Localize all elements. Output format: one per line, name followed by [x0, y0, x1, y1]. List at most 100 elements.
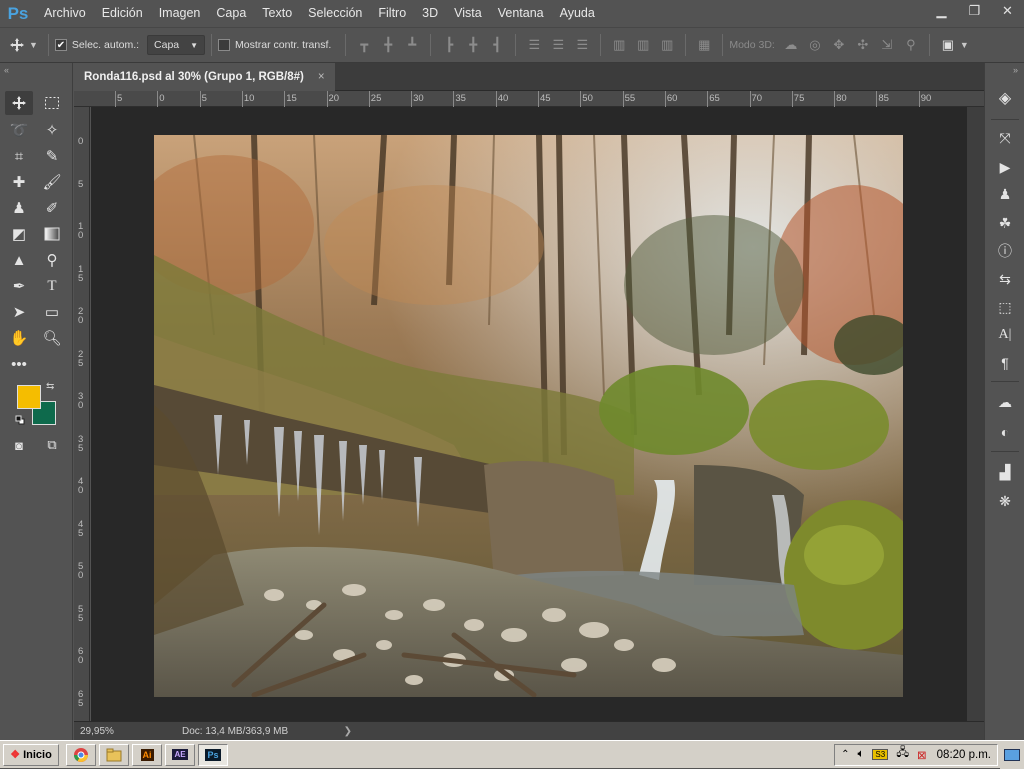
more-tools-icon[interactable]: •••: [5, 352, 33, 376]
align-right-icon[interactable]: ┫: [488, 36, 506, 54]
minimize-button[interactable]: ▁: [925, 0, 958, 22]
blur-tool-icon[interactable]: ▲: [5, 248, 33, 272]
start-button[interactable]: ❖ Inicio: [3, 743, 59, 766]
libraries-panel-icon[interactable]: ☁: [993, 391, 1017, 413]
distribute-top-icon[interactable]: ☰: [525, 36, 543, 54]
chevron-down-icon[interactable]: ▼: [29, 40, 38, 50]
menu-edicion[interactable]: Edición: [94, 0, 151, 27]
show-desktop-button[interactable]: [1000, 740, 1024, 769]
move-tool-icon[interactable]: [5, 91, 33, 115]
layers-panel-icon[interactable]: ◈: [993, 87, 1017, 109]
move-tool-preset-icon[interactable]: [8, 36, 26, 54]
scale-3d-icon[interactable]: ⇲: [878, 36, 896, 54]
auto-align-icon[interactable]: ▦: [695, 36, 713, 54]
show-hidden-icons-icon[interactable]: ⌃: [841, 749, 849, 760]
history-panel-icon[interactable]: ⇆: [993, 268, 1017, 290]
foreground-color-swatch[interactable]: [17, 385, 41, 409]
default-colors-icon[interactable]: [15, 415, 25, 425]
path-selection-tool-icon[interactable]: ➤: [5, 300, 33, 324]
menu-3d[interactable]: 3D: [414, 0, 446, 27]
search-icon[interactable]: ⚲: [902, 36, 920, 54]
canvas-area[interactable]: [91, 107, 967, 721]
history-brush-tool-icon[interactable]: ✐: [38, 196, 66, 220]
adjustments-panel-icon[interactable]: ◐: [993, 421, 1017, 443]
type-tool-icon[interactable]: T: [38, 274, 66, 298]
menu-filtro[interactable]: Filtro: [370, 0, 414, 27]
3d-panel-icon[interactable]: ⬚: [993, 296, 1017, 318]
slide-3d-icon[interactable]: ✣: [854, 36, 872, 54]
paragraph-panel-icon[interactable]: ¶: [993, 352, 1017, 374]
clone-source-panel-icon[interactable]: ♟: [993, 183, 1017, 205]
show-transform-checkbox[interactable]: [218, 39, 231, 51]
actions-panel-icon[interactable]: ▶: [993, 156, 1017, 178]
close-tab-icon[interactable]: ×: [318, 71, 325, 83]
eyedropper-tool-icon[interactable]: ✎: [38, 144, 66, 168]
swap-colors-icon[interactable]: ⇆: [46, 381, 54, 392]
expand-panels-icon[interactable]: »: [1013, 65, 1018, 75]
alert-icon[interactable]: ⊠: [917, 748, 927, 762]
menu-archivo[interactable]: Archivo: [36, 0, 94, 27]
collapse-panel-icon[interactable]: «: [4, 65, 9, 75]
drag-3d-icon[interactable]: ✥: [830, 36, 848, 54]
menu-ayuda[interactable]: Ayuda: [552, 0, 603, 27]
align-bottom-icon[interactable]: ┻: [403, 36, 421, 54]
distribute-bottom-icon[interactable]: ☰: [573, 36, 591, 54]
align-vertical-center-icon[interactable]: ╋: [379, 36, 397, 54]
channels-panel-icon[interactable]: ☘: [993, 212, 1017, 234]
brush-tool-icon[interactable]: 🖌: [38, 170, 66, 194]
gradient-tool-icon[interactable]: [38, 222, 66, 246]
distribute-right-icon[interactable]: ▥: [658, 36, 676, 54]
quick-mask-icon[interactable]: ◙: [5, 433, 33, 457]
orbit-3d-icon[interactable]: ☁: [782, 36, 800, 54]
align-horizontal-center-icon[interactable]: ╋: [464, 36, 482, 54]
document-tab[interactable]: Ronda116.psd al 30% (Grupo 1, RGB/8#) ×: [74, 63, 335, 91]
status-menu-arrow-icon[interactable]: ❯: [344, 726, 352, 737]
rectangle-tool-icon[interactable]: ▭: [38, 300, 66, 324]
paths-panel-icon[interactable]: ⤧: [993, 127, 1017, 149]
clone-stamp-tool-icon[interactable]: ♟: [5, 196, 33, 220]
photoshop-icon[interactable]: Ps: [198, 743, 228, 766]
align-top-icon[interactable]: ┳: [355, 36, 373, 54]
menu-capa[interactable]: Capa: [208, 0, 254, 27]
menu-imagen[interactable]: Imagen: [151, 0, 209, 27]
dodge-tool-icon[interactable]: ⚲: [38, 248, 66, 272]
chevron-down-icon[interactable]: ▼: [960, 40, 969, 50]
menu-texto[interactable]: Texto: [254, 0, 300, 27]
volume-icon[interactable]: 🔈︎: [857, 748, 864, 761]
character-panel-icon[interactable]: A|: [993, 324, 1017, 346]
magic-wand-tool-icon[interactable]: ✧: [38, 118, 66, 142]
distribute-left-icon[interactable]: ▥: [610, 36, 628, 54]
menu-ventana[interactable]: Ventana: [490, 0, 552, 27]
histogram-panel-icon[interactable]: ▟: [993, 461, 1017, 483]
illustrator-icon[interactable]: Ai: [132, 743, 162, 766]
align-left-icon[interactable]: ┣: [440, 36, 458, 54]
marquee-tool-icon[interactable]: [38, 91, 66, 115]
hand-tool-icon[interactable]: ✋: [5, 326, 33, 350]
workspace-icon[interactable]: ▣: [939, 36, 957, 54]
explorer-icon[interactable]: [99, 743, 129, 766]
restore-button[interactable]: ❐: [958, 0, 991, 22]
crop-tool-icon[interactable]: ⌗: [5, 144, 33, 168]
pen-tool-icon[interactable]: ✒: [5, 274, 33, 298]
healing-brush-tool-icon[interactable]: ✚: [5, 170, 33, 194]
chrome-icon[interactable]: [66, 743, 96, 766]
network-icon[interactable]: 🖧: [896, 745, 909, 764]
auto-select-checkbox[interactable]: ✔: [54, 39, 67, 51]
zoom-level[interactable]: 29,95%: [80, 726, 126, 737]
distribute-center-icon[interactable]: ☰: [549, 36, 567, 54]
tray-app-icon[interactable]: S3: [872, 749, 889, 760]
lasso-tool-icon[interactable]: ➰: [5, 118, 33, 142]
auto-select-target-dropdown[interactable]: Capa ▼: [147, 35, 206, 55]
screen-mode-icon[interactable]: ⧉: [38, 433, 66, 457]
navigator-panel-icon[interactable]: ❋: [993, 490, 1017, 512]
after-effects-icon[interactable]: AE: [165, 743, 195, 766]
eraser-tool-icon[interactable]: ◩: [5, 222, 33, 246]
info-panel-icon[interactable]: ⓘ: [993, 240, 1017, 262]
distribute-hcenter-icon[interactable]: ▥: [634, 36, 652, 54]
menu-seleccion[interactable]: Selección: [300, 0, 370, 27]
roll-3d-icon[interactable]: ◎: [806, 36, 824, 54]
menu-vista[interactable]: Vista: [446, 0, 490, 27]
close-button[interactable]: ✕: [991, 0, 1024, 22]
zoom-tool-icon[interactable]: 🔍︎: [38, 326, 66, 350]
vertical-scrollbar[interactable]: [967, 107, 984, 721]
